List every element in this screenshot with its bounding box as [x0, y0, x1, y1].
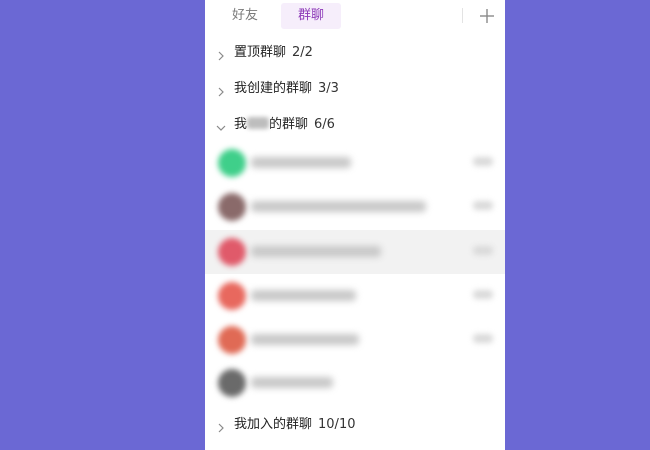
chevron-down-icon: [215, 119, 227, 131]
group-name-obscured: [251, 334, 359, 345]
section-count: 2/2: [292, 45, 313, 60]
tab-groups[interactable]: 群聊: [281, 3, 341, 29]
section-label: 我创建的群聊 3/3: [234, 71, 339, 107]
group-time-obscured: [473, 201, 493, 210]
group-list-item[interactable]: [205, 274, 505, 318]
chevron-right-icon: [215, 83, 227, 97]
tab-friends[interactable]: 好友: [221, 3, 269, 29]
section-title: 置顶群聊: [234, 45, 287, 60]
group-avatar: [218, 326, 246, 354]
group-name-obscured: [251, 246, 381, 257]
section-label: 我加入的群聊 10/10: [234, 407, 355, 443]
tab-divider: [462, 8, 463, 23]
group-list-item[interactable]: [205, 185, 505, 229]
group-avatar: [218, 149, 246, 177]
obscured-text: [247, 117, 270, 129]
section-label: 我 的群聊 6/6: [234, 107, 335, 143]
group-name-obscured: [251, 377, 333, 388]
section-title-suffix: 的群聊: [269, 117, 309, 132]
chevron-right-icon: [215, 419, 227, 433]
group-time-obscured: [473, 290, 493, 299]
group-avatar: [218, 193, 246, 221]
group-list-item[interactable]: [205, 141, 505, 185]
section-title-prefix: 我: [234, 117, 248, 132]
group-list-item[interactable]: [205, 318, 505, 362]
group-list-item[interactable]: [205, 361, 505, 405]
section-count: 10/10: [318, 417, 356, 432]
tab-bar: 好友 群聊: [205, 0, 505, 32]
group-name-obscured: [251, 157, 351, 168]
section-created-groups[interactable]: 我创建的群聊 3/3: [205, 71, 505, 107]
group-avatar: [218, 238, 246, 266]
section-title: 我创建的群聊: [234, 81, 313, 96]
section-managed-groups[interactable]: 我 的群聊 6/6: [205, 107, 505, 143]
group-time-obscured: [473, 246, 493, 255]
group-time-obscured: [473, 157, 493, 166]
section-count: 3/3: [318, 81, 339, 96]
plus-icon[interactable]: [477, 6, 497, 26]
group-name-obscured: [251, 290, 356, 301]
group-list-item[interactable]: [205, 230, 505, 274]
group-avatar: [218, 282, 246, 310]
group-time-obscured: [473, 334, 493, 343]
section-count: 6/6: [314, 117, 335, 132]
section-label: 置顶群聊 2/2: [234, 35, 313, 71]
contacts-panel: 好友 群聊 置顶群聊 2/2 我创建的群聊 3/3 我 的群聊 6/6 我加入的群…: [205, 0, 505, 450]
section-joined-groups[interactable]: 我加入的群聊 10/10: [205, 407, 505, 443]
group-avatar: [218, 369, 246, 397]
chevron-right-icon: [215, 47, 227, 61]
section-title: 我加入的群聊: [234, 417, 313, 432]
section-pinned-groups[interactable]: 置顶群聊 2/2: [205, 35, 505, 71]
group-name-obscured: [251, 201, 426, 212]
